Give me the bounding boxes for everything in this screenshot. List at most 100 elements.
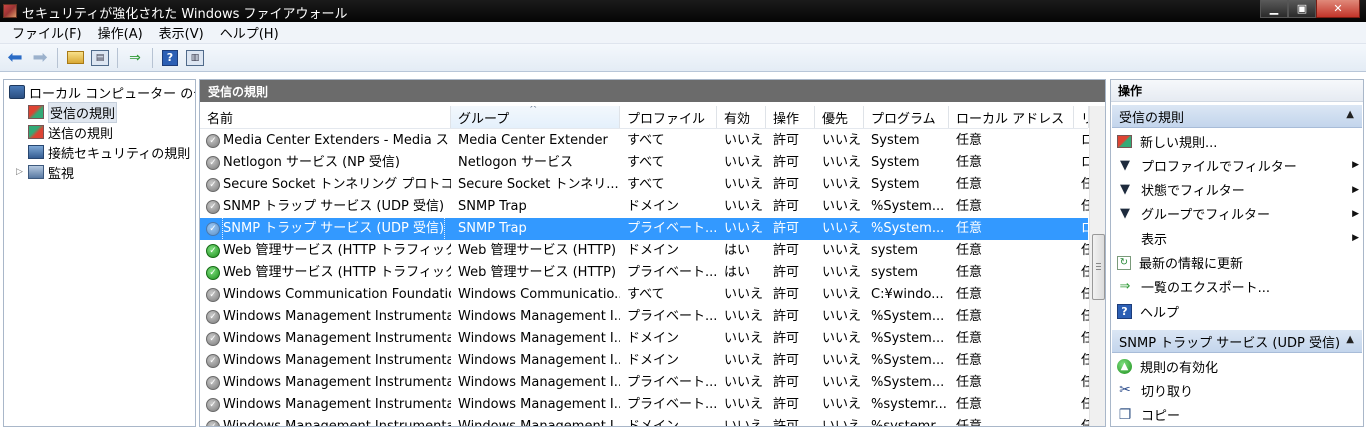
tree-item-outbound-rules[interactable]: 送信の規則	[28, 122, 113, 142]
rule-name-text: Windows Management Instrumentat...	[223, 375, 451, 390]
scrollbar-thumb[interactable]	[1092, 234, 1105, 300]
header-divider	[200, 128, 1088, 129]
cell-name: ✓ SNMP トラップ サービス (UDP 受信)	[200, 196, 451, 218]
menu-view[interactable]: 表示(V)	[151, 23, 212, 42]
cell-action: 許可	[773, 133, 800, 148]
action-item[interactable]: ❐ コピー	[1117, 403, 1361, 426]
back-arrow-icon[interactable]: ⬅	[4, 47, 26, 69]
cell-enabled: いいえ	[724, 309, 764, 324]
table-row[interactable]: ✓ Netlogon サービス (NP 受信) Netlogon サービス すべて いい…	[200, 152, 1089, 174]
rule-name-text: Netlogon サービス (NP 受信)	[223, 155, 400, 170]
pane-header: 受信の規則	[200, 80, 1105, 102]
column-profile[interactable]: プロファイル	[620, 106, 717, 128]
action-item[interactable]: 新しい規則...	[1117, 129, 1361, 153]
close-button[interactable]: ✕	[1316, 0, 1360, 18]
tree-root[interactable]: ローカル コンピューター のセ	[9, 82, 196, 102]
column-enabled[interactable]: 有効	[717, 106, 766, 128]
action-label: 規則の有効化	[1140, 360, 1219, 376]
cell-group: Netlogon サービス	[458, 155, 573, 170]
action-item[interactable]: ? ヘルプ	[1117, 299, 1361, 323]
table-row[interactable]: ✓ Windows Management Instrumentat... Windo…	[200, 306, 1089, 328]
column-name[interactable]: 名前	[200, 106, 451, 128]
cell-name: ✓ Secure Socket トンネリング プロトコ...	[200, 174, 451, 196]
tree-item-inbound-rules[interactable]: 受信の規則	[28, 101, 118, 123]
column-action[interactable]: 操作	[766, 106, 815, 128]
help-button[interactable]: ?	[159, 47, 181, 69]
table-row[interactable]: ✓ Windows Communication Foundatio... Windo…	[200, 284, 1089, 306]
show-hide-action-pane-button[interactable]: ▥	[184, 47, 206, 69]
cell-local-address: 任意	[956, 287, 983, 302]
collapse-arrow-icon[interactable]: ▲	[1346, 334, 1354, 345]
tree-item-connection-security[interactable]: 接続セキュリティの規則	[28, 142, 190, 162]
rule-disabled-icon: ✓	[206, 134, 220, 148]
collapse-arrow-icon[interactable]: ▲	[1346, 109, 1354, 120]
column-group[interactable]: グループ ^	[451, 106, 620, 128]
up-folder-button[interactable]	[64, 47, 86, 69]
action-item[interactable]: ▲ 規則の有効化	[1117, 354, 1361, 378]
cell-override: いいえ	[822, 353, 862, 368]
cell-group: SNMP Trap	[458, 199, 527, 214]
column-remote-address[interactable]: リ	[1074, 106, 1089, 128]
cell-group: Windows Management I...	[458, 309, 620, 324]
menu-action[interactable]: 操作(A)	[90, 23, 151, 42]
section-header-selected-rule[interactable]: SNMP トラップ サービス (UDP 受信) ▲	[1112, 330, 1362, 353]
export-list-icon[interactable]: ⇒	[124, 47, 146, 69]
cell-remote-address: ロ	[1074, 152, 1089, 174]
vertical-scrollbar[interactable]	[1089, 106, 1105, 426]
rule-disabled-icon: ✓	[206, 288, 220, 302]
table-row[interactable]: ✓ Web 管理サービス (HTTP トラフィック) Web 管理サービス (HTT…	[200, 262, 1089, 284]
action-item[interactable]: ▼ プロファイルでフィルター ▶	[1117, 153, 1361, 177]
cell-override: いいえ	[822, 155, 862, 170]
table-row[interactable]: ✓ Secure Socket トンネリング プロトコ... Secure Sock…	[200, 174, 1089, 196]
table-row[interactable]: ✓ Windows Management Instrumentat... Windo…	[200, 328, 1089, 350]
cell-name: ✓ Windows Communication Foundatio...	[200, 284, 451, 306]
expand-arrow-icon[interactable]: ▷	[16, 167, 26, 177]
cell-group: Windows Management I...	[458, 375, 620, 390]
export-icon: ⇒	[1119, 279, 1131, 295]
cell-enabled: はい	[724, 265, 751, 280]
cell-profile: プライベート...	[627, 375, 717, 390]
table-row[interactable]: ✓ Windows Management Instrumentat... Windo…	[200, 416, 1089, 427]
table-row[interactable]: ✓ Windows Management Instrumentat... Windo…	[200, 394, 1089, 416]
action-label: コピー	[1141, 409, 1181, 425]
action-item[interactable]: ⇒ 一覧のエクスポート...	[1117, 275, 1361, 299]
action-item[interactable]: ▼ グループでフィルター ▶	[1117, 202, 1361, 226]
rule-name-text: SNMP トラップ サービス (UDP 受信)	[221, 218, 446, 240]
table-row[interactable]: ✓ Web 管理サービス (HTTP トラフィック) Web 管理サービス (HTT…	[200, 240, 1089, 262]
show-hide-tree-button[interactable]: ▤	[89, 47, 111, 69]
section-title: 受信の規則	[1119, 110, 1185, 126]
table-row[interactable]: ✓ Media Center Extenders - Media スト... Med…	[200, 130, 1089, 152]
tree-root-label: ローカル コンピューター のセ	[29, 86, 196, 102]
section-header-inbound-rules[interactable]: 受信の規則 ▲	[1112, 105, 1362, 128]
action-item[interactable]: 表示 ▶	[1117, 226, 1361, 250]
forward-arrow-icon[interactable]: ➡	[29, 47, 51, 69]
maximize-button[interactable]: ▣	[1288, 0, 1316, 18]
action-item[interactable]: ↻ 最新の情報に更新	[1117, 251, 1361, 275]
cell-local-address: 任意	[956, 397, 983, 412]
rule-disabled-icon: ✓	[206, 200, 220, 214]
action-item[interactable]: ▼ 状態でフィルター ▶	[1117, 178, 1361, 202]
table-row[interactable]: ✓ SNMP トラップ サービス (UDP 受信) SNMP Trap ドメイン いいえ…	[200, 196, 1089, 218]
cell-group: Windows Management I...	[458, 331, 620, 346]
column-program[interactable]: プログラム	[864, 106, 949, 128]
table-row[interactable]: ✓ Windows Management Instrumentat... Windo…	[200, 372, 1089, 394]
column-override[interactable]: 優先	[815, 106, 864, 128]
menu-help[interactable]: ヘルプ(H)	[212, 23, 287, 42]
table-row[interactable]: ✓ Windows Management Instrumentat... Windo…	[200, 350, 1089, 372]
action-label: 一覧のエクスポート...	[1141, 281, 1271, 297]
cell-group: Windows Management I...	[458, 419, 620, 427]
cell-enabled: いいえ	[724, 331, 764, 346]
column-local-address[interactable]: ローカル アドレス	[949, 106, 1074, 128]
minimize-button[interactable]: ▁	[1260, 0, 1288, 18]
submenu-arrow-icon: ▶	[1352, 184, 1359, 195]
cut-icon: ✂	[1119, 382, 1131, 399]
cell-local-address: 任意	[956, 243, 983, 258]
table-row[interactable]: ✓ SNMP トラップ サービス (UDP 受信) SNMP Trap プライベート.…	[200, 218, 1089, 240]
cell-action: 許可	[773, 265, 800, 280]
menu-file[interactable]: ファイル(F)	[4, 23, 90, 42]
tree-item-monitoring[interactable]: ▷ 監視	[16, 162, 74, 182]
cell-local-address: 任意	[956, 155, 983, 170]
action-label: プロファイルでフィルター	[1141, 159, 1297, 175]
cell-override: いいえ	[822, 243, 862, 258]
action-item[interactable]: ✂ 切り取り	[1117, 378, 1361, 402]
